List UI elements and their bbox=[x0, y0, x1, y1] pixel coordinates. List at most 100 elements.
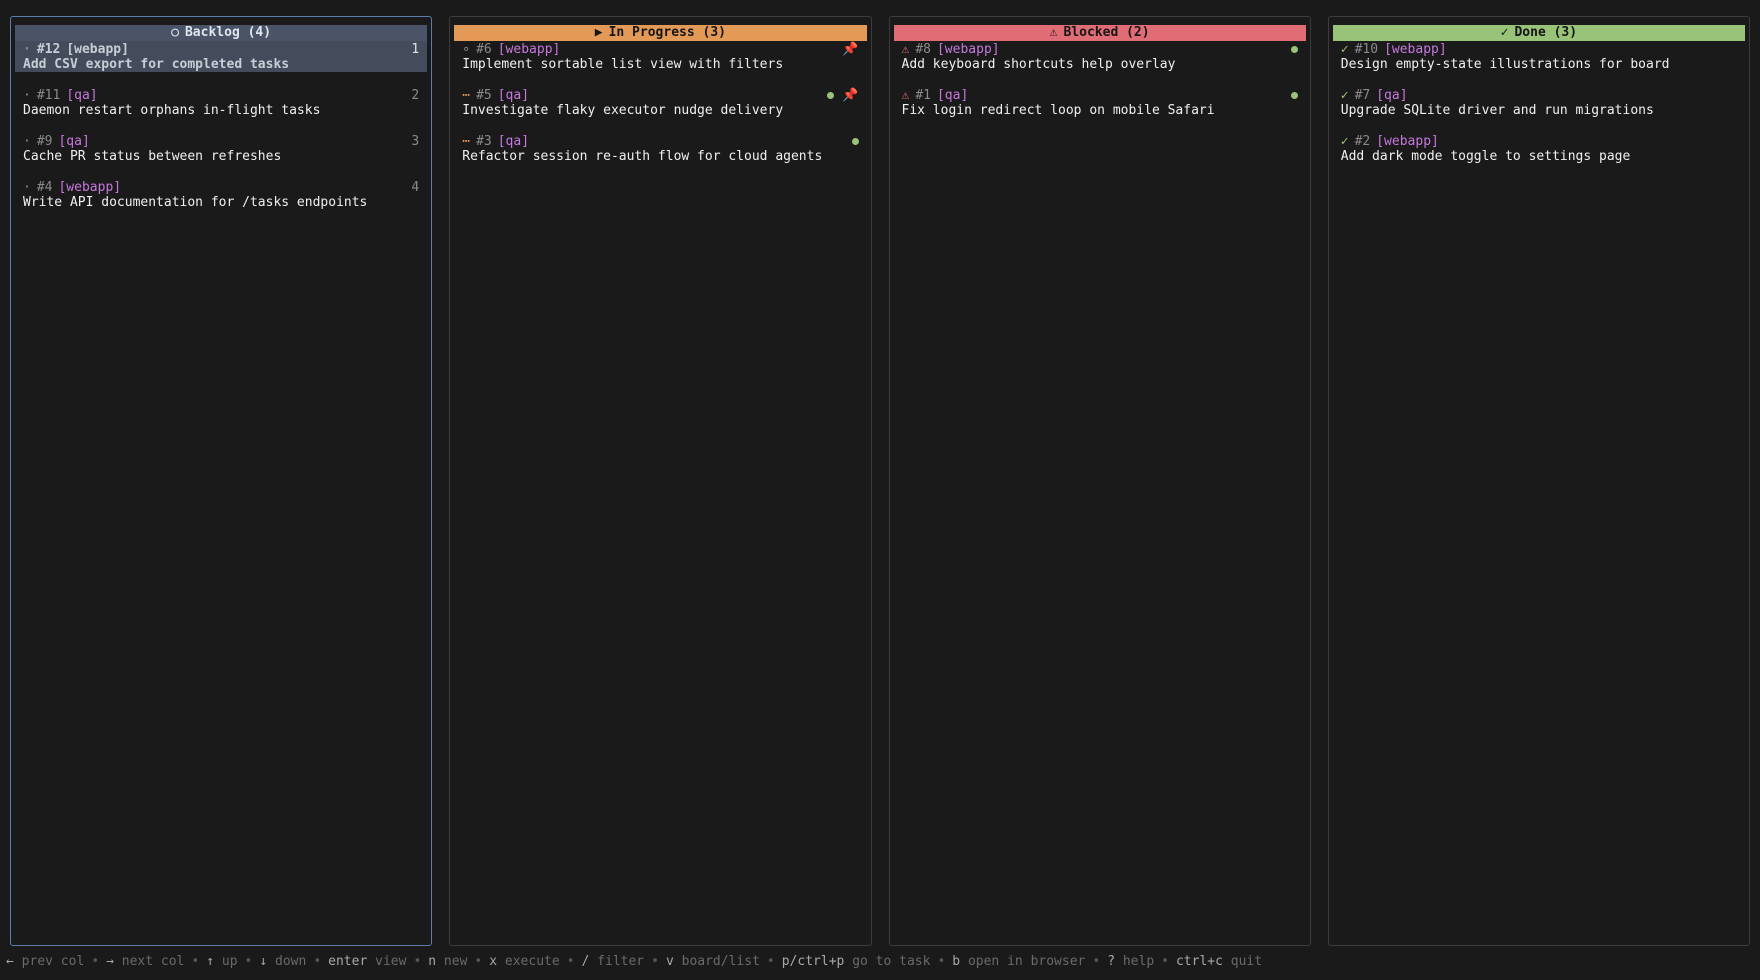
warning-icon: ⚠ bbox=[1049, 25, 1058, 40]
key-label: go to task bbox=[852, 954, 931, 969]
task-id: #3 bbox=[476, 134, 492, 149]
task-title: Add CSV export for completed tasks bbox=[23, 57, 290, 72]
separator: • bbox=[937, 954, 946, 969]
column-header-done[interactable]: ✓ Done (3) bbox=[1332, 25, 1745, 41]
task-card-11[interactable]: · #11 [qa] Daemon restart orphans in-fligh… bbox=[15, 87, 427, 133]
task-id: #1 bbox=[915, 88, 931, 103]
running-indicator-icon bbox=[1290, 92, 1298, 99]
task-card-9[interactable]: · #9 [qa] Cache PR status between refreshe… bbox=[15, 133, 427, 179]
key-hint: enter bbox=[328, 954, 368, 969]
task-tag: [qa] bbox=[497, 88, 530, 103]
separator: • bbox=[313, 954, 322, 969]
task-title: Refactor session re-auth flow for cloud … bbox=[462, 149, 823, 164]
key-hint: b bbox=[952, 954, 961, 969]
task-title: Daemon restart orphans in-flight tasks bbox=[23, 103, 321, 118]
task-title: Investigate flaky executor nudge deliver… bbox=[462, 103, 784, 118]
task-shortcut: 1 bbox=[411, 42, 420, 57]
column-header-in-progress[interactable]: ▶ In Progress (3) bbox=[454, 25, 867, 41]
column-in-progress[interactable]: ▶ In Progress (3) ∘ #6 [webapp] Implement s… bbox=[449, 16, 872, 946]
keybinding-help-bar: ← prev col • → next col • ↑ up • ↓ down • enter … bbox=[6, 954, 1262, 970]
key-hint: ? bbox=[1107, 954, 1116, 969]
task-tag: [qa] bbox=[58, 134, 90, 149]
separator: • bbox=[651, 954, 659, 969]
pin-icon: 📌 bbox=[842, 88, 859, 103]
column-header-blocked[interactable]: ⚠ Blocked (2) bbox=[893, 25, 1306, 41]
task-tag: [webapp] bbox=[66, 42, 129, 57]
running-indicator-icon bbox=[827, 92, 835, 99]
task-tag: [qa] bbox=[66, 88, 98, 103]
task-id: #12 bbox=[36, 42, 61, 57]
queued-status-icon: ∘ bbox=[462, 42, 471, 57]
key-label: quit bbox=[1230, 954, 1263, 969]
task-card-10[interactable]: ✓ #10 [webapp] Design empty-state illustra… bbox=[1333, 41, 1745, 87]
key-label: down bbox=[275, 954, 307, 969]
running-status-icon: ⋯ bbox=[462, 134, 471, 149]
backlog-status-icon: · bbox=[23, 88, 31, 103]
key-hint: n bbox=[428, 954, 437, 969]
key-hint: v bbox=[665, 954, 674, 969]
column-done[interactable]: ✓ Done (3) ✓ #10 [webapp] Design empty-stat… bbox=[1327, 16, 1750, 946]
task-shortcut: 4 bbox=[411, 180, 420, 195]
task-tag: [qa] bbox=[936, 88, 969, 103]
separator: • bbox=[1161, 954, 1169, 969]
task-id: #8 bbox=[915, 42, 931, 57]
task-tag: [qa] bbox=[1376, 88, 1408, 103]
backlog-status-icon: · bbox=[23, 42, 31, 57]
separator: • bbox=[474, 954, 483, 969]
key-label: filter bbox=[597, 954, 645, 969]
task-title: Upgrade SQLite driver and run migrations bbox=[1340, 103, 1654, 118]
task-id: #10 bbox=[1354, 42, 1379, 57]
task-tag: [webapp] bbox=[58, 180, 122, 195]
task-card-12[interactable]: · #12 [webapp] Add CSV export for complete… bbox=[15, 41, 428, 72]
warning-icon: ⚠ bbox=[901, 42, 910, 57]
task-tag: [webapp] bbox=[497, 42, 561, 57]
separator: • bbox=[244, 954, 253, 969]
separator: • bbox=[413, 954, 422, 969]
circle-icon: ○ bbox=[171, 25, 179, 40]
column-title: Blocked (2) bbox=[1063, 25, 1150, 40]
task-id: #9 bbox=[36, 134, 53, 149]
pin-icon: 📌 bbox=[842, 42, 859, 57]
task-title: Write API documentation for /tasks endpo… bbox=[23, 195, 368, 210]
column-header-backlog[interactable]: ○ Backlog (4) bbox=[15, 25, 428, 41]
task-card-2[interactable]: ✓ #2 [webapp] Add dark mode toggle to sett… bbox=[1333, 133, 1745, 179]
task-title: Implement sortable list view with filter… bbox=[462, 57, 784, 72]
task-tag: [qa] bbox=[497, 134, 530, 149]
backlog-status-icon: · bbox=[23, 134, 31, 149]
key-hint: ← bbox=[6, 954, 14, 969]
task-title: Fix login redirect loop on mobile Safari bbox=[901, 103, 1215, 118]
key-hint: ctrl+c bbox=[1175, 954, 1223, 969]
key-hint: → bbox=[106, 954, 114, 969]
key-label: view bbox=[375, 954, 407, 969]
running-indicator-icon bbox=[851, 138, 859, 145]
warning-icon: ⚠ bbox=[901, 88, 910, 103]
key-hint: ↑ bbox=[206, 954, 215, 969]
task-title: Add keyboard shortcuts help overlay bbox=[901, 57, 1176, 72]
task-id: #11 bbox=[36, 88, 61, 103]
running-status-icon: ⋯ bbox=[462, 88, 471, 103]
task-card-1[interactable]: ⚠ #1 [qa] Fix login redirect loop on mobil… bbox=[894, 87, 1306, 133]
task-card-7[interactable]: ✓ #7 [qa] Upgrade SQLite driver and run mi… bbox=[1333, 87, 1745, 133]
key-label: up bbox=[221, 954, 238, 969]
column-backlog[interactable]: ○ Backlog (4) · #12 [webapp] Add CSV export… bbox=[10, 16, 433, 946]
task-id: #4 bbox=[36, 180, 53, 195]
kanban-board: ○ Backlog (4) · #12 [webapp] Add CSV export… bbox=[10, 16, 1750, 946]
check-icon: ✓ bbox=[1340, 88, 1349, 103]
column-title: Done (3) bbox=[1514, 25, 1578, 40]
task-card-8[interactable]: ⚠ #8 [webapp] Add keyboard shortcuts help … bbox=[894, 41, 1306, 87]
key-hint: x bbox=[489, 954, 498, 969]
task-id: #6 bbox=[476, 42, 492, 57]
separator: • bbox=[191, 954, 200, 969]
check-icon: ✓ bbox=[1340, 134, 1349, 149]
key-label: help bbox=[1122, 954, 1155, 969]
task-tag: [webapp] bbox=[1376, 134, 1439, 149]
task-id: #5 bbox=[476, 88, 492, 103]
column-blocked[interactable]: ⚠ Blocked (2) ⚠ #8 [webapp] Add keyboard sh… bbox=[888, 16, 1311, 946]
separator: • bbox=[766, 954, 775, 969]
task-card-4[interactable]: · #4 [webapp] Write API documentation for … bbox=[15, 179, 427, 225]
task-card-6[interactable]: ∘ #6 [webapp] Implement sortable list view… bbox=[454, 41, 866, 87]
key-hint: ↓ bbox=[259, 954, 268, 969]
key-label: board/list bbox=[681, 954, 760, 969]
task-card-3[interactable]: ⋯ #3 [qa] Refactor session re-auth flow fo… bbox=[454, 133, 866, 179]
task-card-5[interactable]: ⋯ #5 [qa] Investigate flaky executor nudge… bbox=[454, 87, 866, 133]
